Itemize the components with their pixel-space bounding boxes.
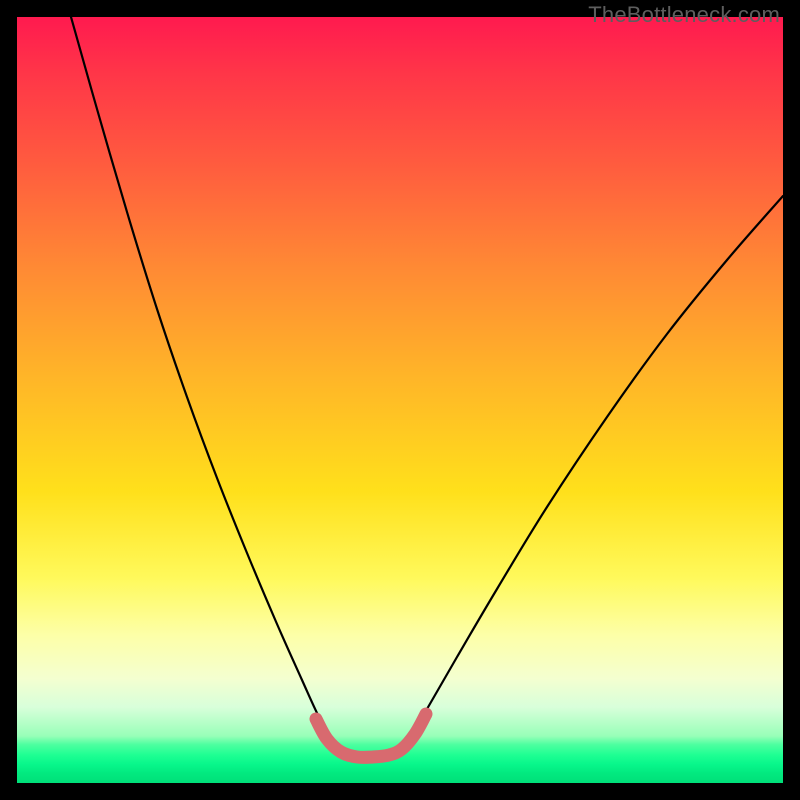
- plot-area: [17, 17, 783, 783]
- chart-frame: TheBottleneck.com: [0, 0, 800, 800]
- curves-svg: [17, 17, 783, 783]
- watermark-text: TheBottleneck.com: [588, 2, 780, 28]
- left-curve: [71, 17, 329, 736]
- bottom-marker: [316, 714, 426, 757]
- right-curve: [411, 196, 783, 736]
